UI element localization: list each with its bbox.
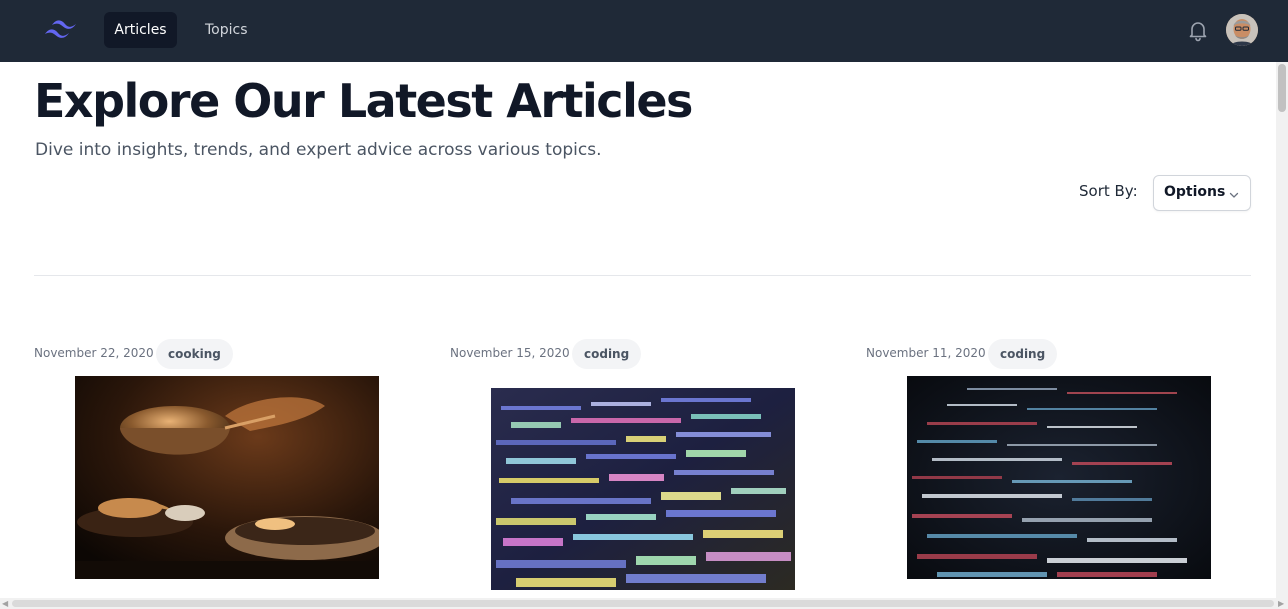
main-content: Explore Our Latest Articles Dive into in… — [0, 62, 1288, 598]
scroll-right-arrow-icon[interactable]: ▶ — [1278, 599, 1284, 608]
nav-articles-link[interactable]: Articles — [104, 12, 177, 48]
vertical-scrollbar[interactable] — [1276, 62, 1288, 598]
article-card[interactable]: November 11, 2020 coding — [866, 339, 1246, 598]
page-title: Explore Our Latest Articles — [34, 74, 693, 128]
nav-topics-link[interactable]: Topics — [193, 12, 260, 48]
chevron-down-icon — [1229, 192, 1239, 198]
dark-code-screen-photo[interactable] — [907, 376, 1211, 579]
article-tag[interactable]: coding — [988, 339, 1058, 369]
scroll-left-arrow-icon[interactable]: ◀ — [2, 599, 8, 608]
article-card[interactable]: November 15, 2020 coding — [450, 339, 830, 598]
sort-selected-value: Options — [1164, 184, 1226, 200]
article-date: November 15, 2020 — [450, 346, 570, 360]
colorful-code-screen-photo[interactable] — [491, 388, 795, 590]
sort-by-label: Sort By: — [1079, 182, 1138, 200]
horizontal-scrollbar[interactable]: ◀ ▶ — [0, 598, 1288, 609]
page-subtitle: Dive into insights, trends, and expert a… — [35, 140, 602, 160]
article-date: November 11, 2020 — [866, 346, 986, 360]
article-tag[interactable]: coding — [572, 339, 642, 369]
avatar-portrait-image — [1226, 14, 1258, 46]
sort-options-dropdown[interactable]: Options — [1153, 175, 1251, 211]
article-tag[interactable]: cooking — [156, 339, 233, 369]
section-divider — [34, 275, 1251, 276]
vertical-scrollbar-thumb[interactable] — [1278, 64, 1286, 112]
top-navbar: Articles Topics — [0, 0, 1288, 62]
horizontal-scrollbar-thumb[interactable] — [12, 600, 1274, 607]
bell-icon[interactable] — [1186, 18, 1210, 42]
tailwind-logo-icon[interactable] — [42, 18, 80, 42]
article-card[interactable]: November 22, 2020 cooking — [34, 339, 414, 598]
article-date: November 22, 2020 — [34, 346, 154, 360]
cooking-pan-photo[interactable] — [75, 376, 379, 579]
user-avatar[interactable] — [1226, 14, 1258, 46]
